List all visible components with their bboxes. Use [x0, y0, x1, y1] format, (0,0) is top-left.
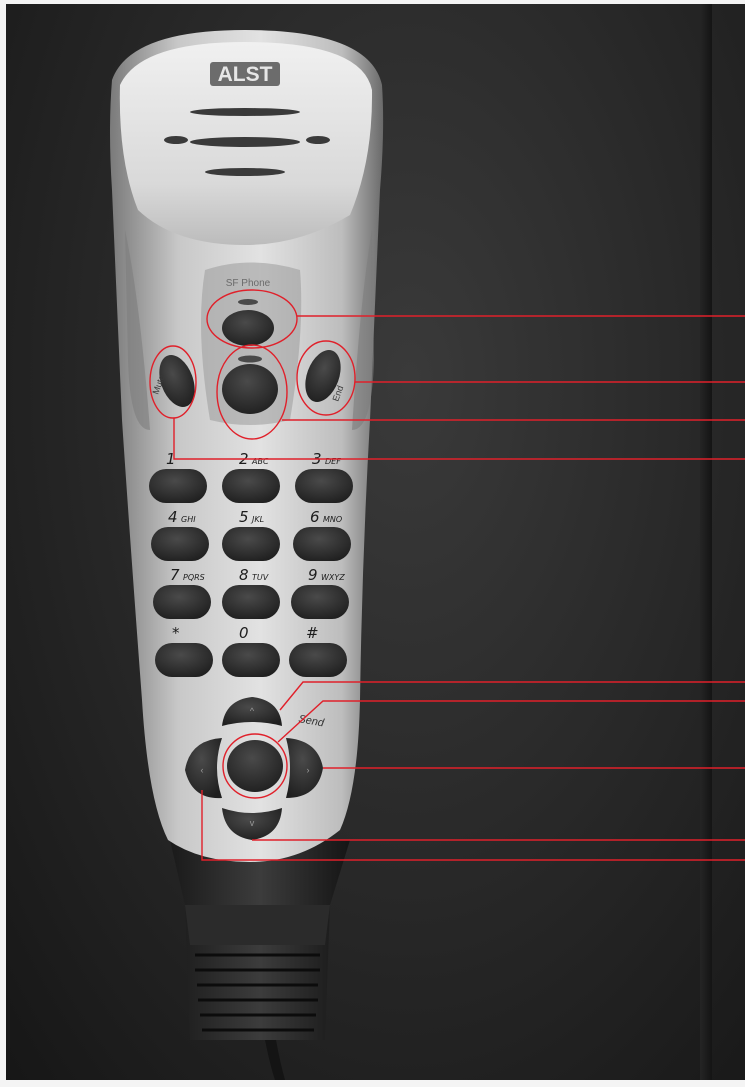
keypad-key-letters: JKL: [250, 515, 264, 524]
keypad-key-label: 9: [308, 566, 318, 584]
keypad-key-label: #: [306, 624, 319, 642]
keypad-key-letters: GHI: [181, 515, 196, 524]
keypad-key-label: 5: [239, 508, 249, 526]
keypad-key-4[interactable]: [151, 527, 209, 561]
keypad-key-0[interactable]: [222, 643, 280, 677]
center-function-button[interactable]: [222, 364, 278, 414]
handset-body: [110, 30, 384, 862]
keypad-key-letters: WXYZ: [321, 573, 345, 582]
keypad-key-9[interactable]: [291, 585, 349, 619]
keypad-key-8[interactable]: [222, 585, 280, 619]
keypad-key-2[interactable]: [222, 469, 280, 503]
keypad-key-7[interactable]: [153, 585, 211, 619]
cord-strain-relief: [170, 840, 350, 1080]
frame-left: [0, 0, 6, 1087]
keypad-key-3[interactable]: [295, 469, 353, 503]
keypad-key-label: 4: [168, 508, 178, 526]
keypad-key-1[interactable]: [149, 469, 207, 503]
top-function-button[interactable]: [222, 310, 274, 346]
brand-logo: ALST: [210, 62, 280, 86]
keypad-key-label: 0: [239, 624, 249, 642]
keypad-key-label: 8: [239, 566, 249, 584]
keypad-key-5[interactable]: [222, 527, 280, 561]
top-button-label: SF Phone: [226, 278, 271, 289]
frame-top: [0, 0, 745, 4]
send-button[interactable]: [227, 740, 283, 792]
status-led-top: [238, 299, 258, 305]
keypad-key-letters: PQRS: [183, 573, 205, 582]
keypad-key-letters: TUV: [252, 573, 269, 582]
nav-down-arrow-icon: v: [250, 818, 255, 828]
keypad-key-label: 7: [170, 566, 180, 584]
handset-illustration: ALST SF Phone Mute End 1 2 ABC 3 DEF4 GHI 5 JKL…: [110, 30, 745, 1080]
nav-right-arrow-icon: ›: [307, 765, 310, 775]
keypad-key-label: 6: [310, 508, 320, 526]
status-led-middle: [238, 355, 262, 363]
frame-bottom: [0, 1080, 745, 1087]
keypad-key-letters: MNO: [323, 515, 342, 524]
keypad-key-label: *: [172, 624, 180, 642]
keypad-key-hash[interactable]: [289, 643, 347, 677]
brand-text: ALST: [218, 63, 273, 86]
diagram-stage: ALST SF Phone Mute End 1 2 ABC 3 DEF 4 GHI 5 JKL…: [0, 0, 745, 1087]
nav-left-arrow-icon: ‹: [201, 765, 204, 775]
keypad-key-star[interactable]: [155, 643, 213, 677]
keypad-key-6[interactable]: [293, 527, 351, 561]
